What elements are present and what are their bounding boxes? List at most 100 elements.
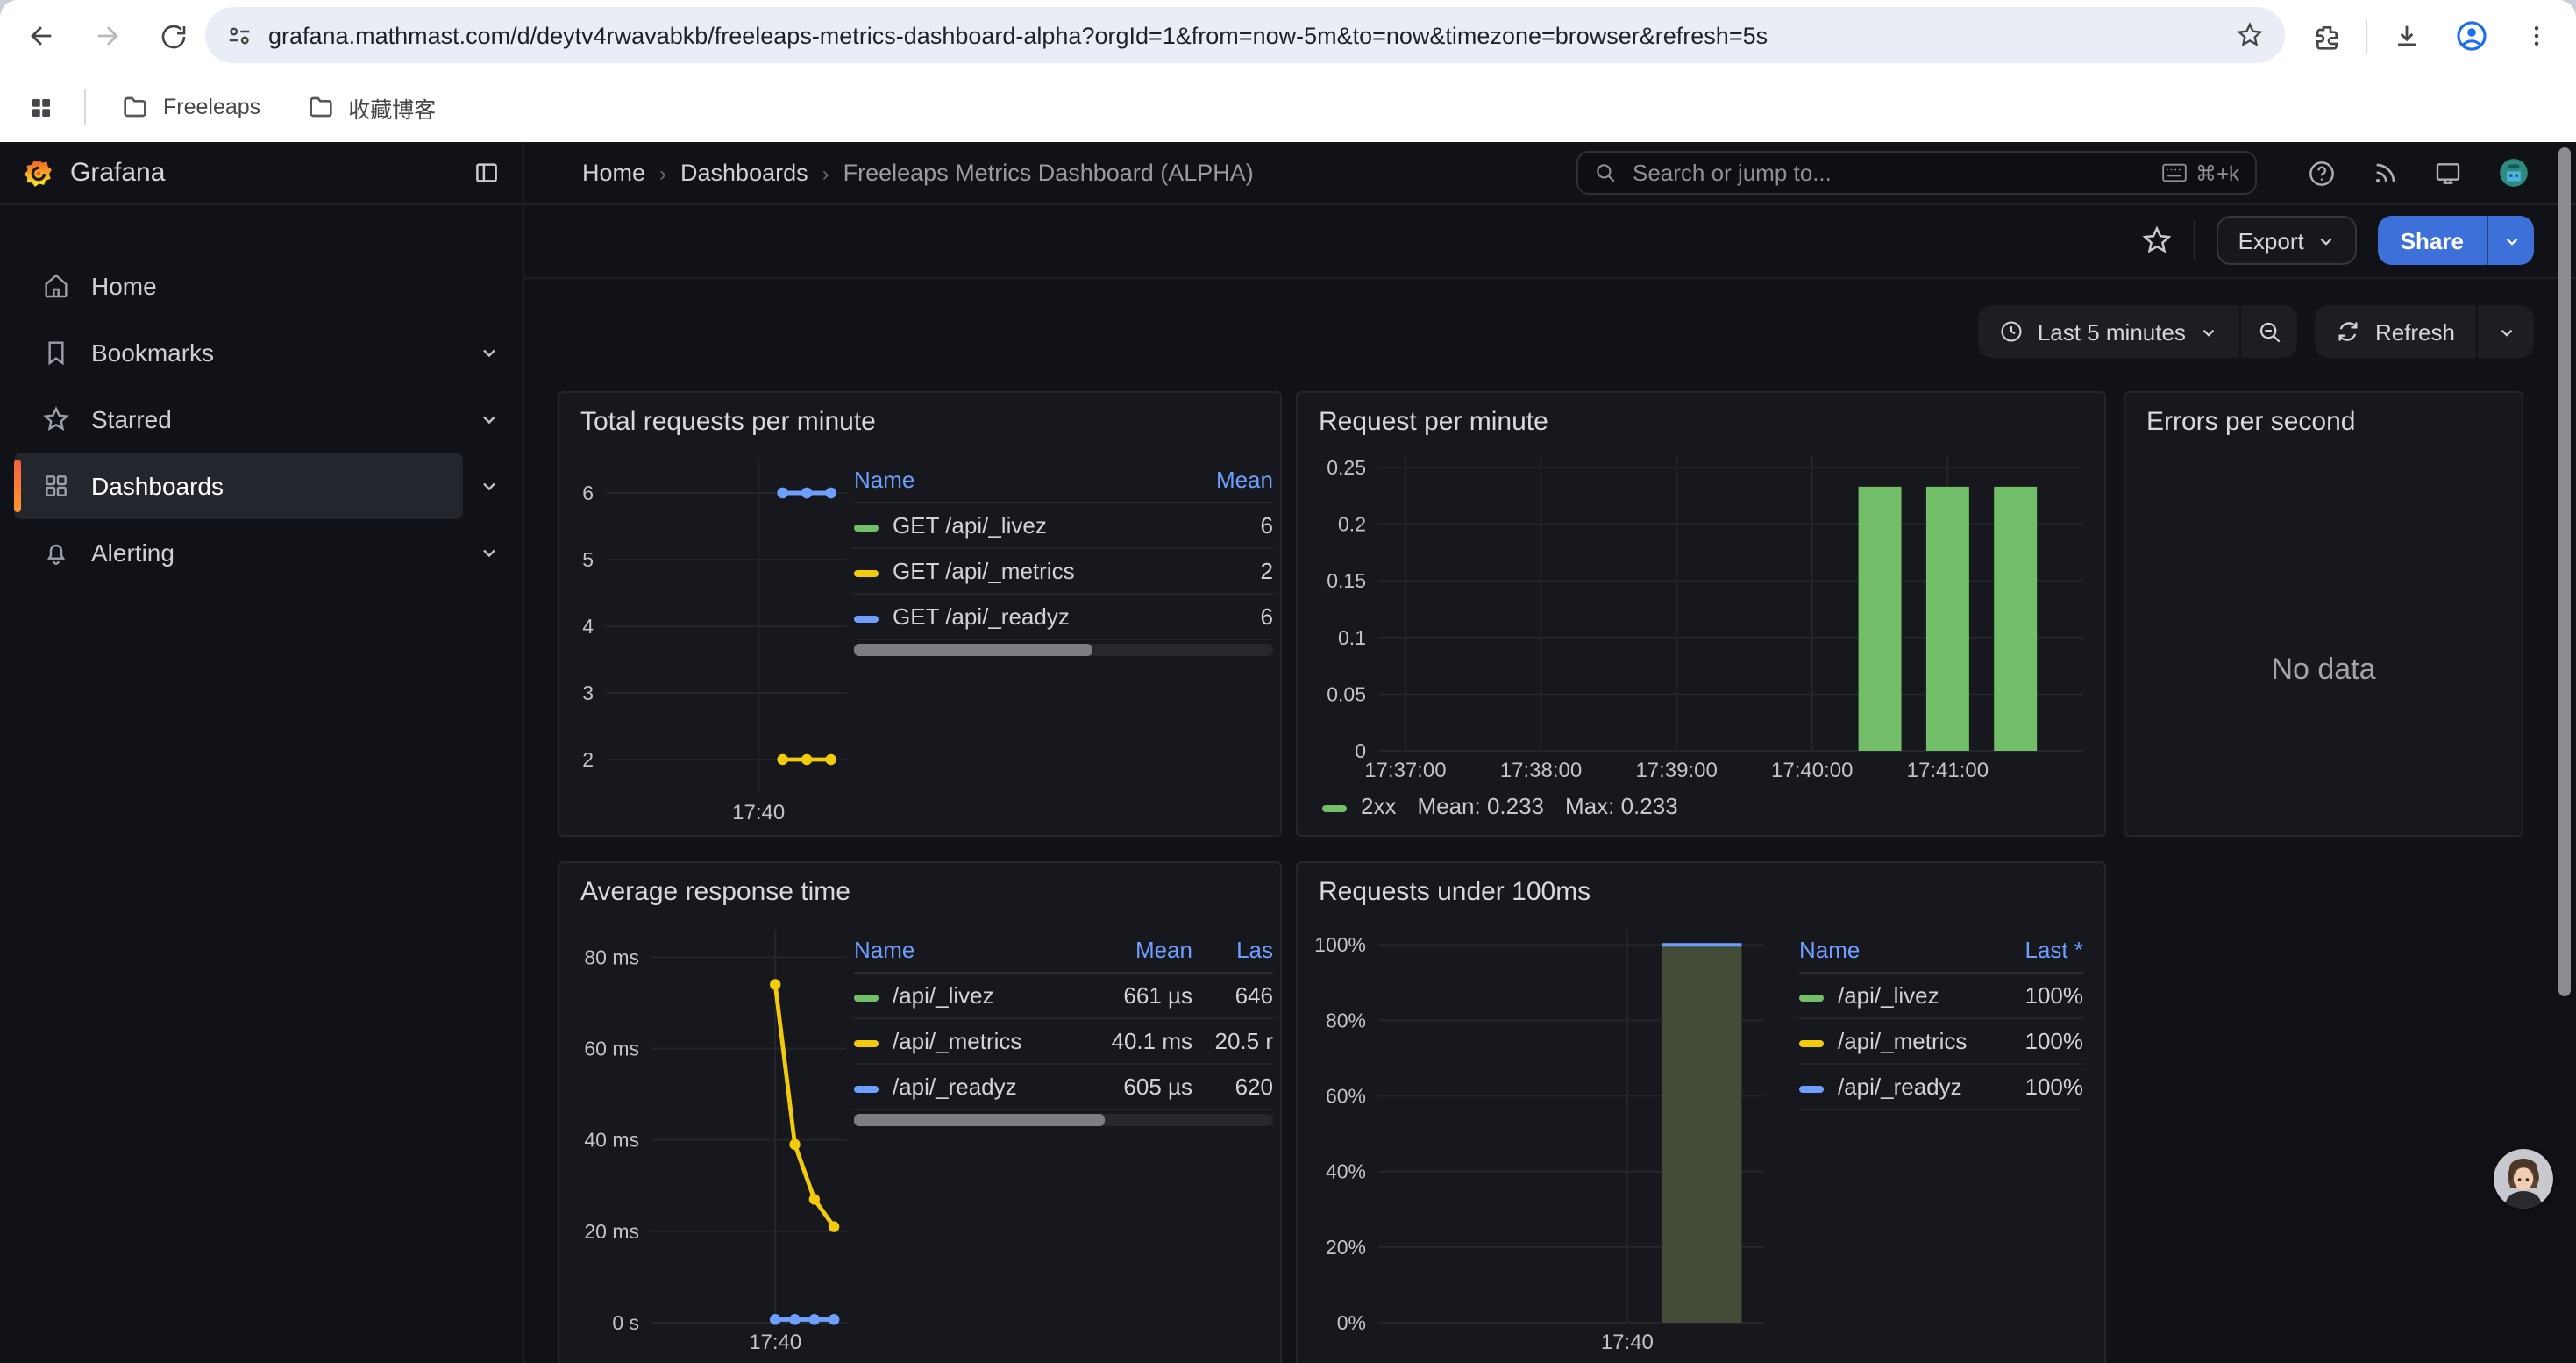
apps-grid-icon[interactable] [14,81,67,133]
news-rss-icon[interactable] [2371,159,2399,187]
sidebar-item-bookmarks[interactable]: Bookmarks [0,319,523,386]
refresh-interval-button[interactable] [2476,305,2534,358]
grafana-page: Grafana Home › Dashboards › Freeleaps Me… [0,142,2576,1363]
bar-chart[interactable]: 17:37:0017:38:0017:39:0017:40:0017:41:00… [1305,442,2097,786]
legend-scrollbar[interactable] [854,644,1273,656]
search-box[interactable]: ⌘+k [1576,151,2257,195]
panel-request-per-minute[interactable]: Request per minute 17:37:0017:38:0017:39… [1296,391,2106,837]
bookmarks-divider [84,89,86,125]
url-bar[interactable]: grafana.mathmast.com/d/deytv4rwavabkb/fr… [205,7,2285,63]
legend-scrollbar[interactable] [854,1114,1273,1126]
panel-title[interactable]: Total requests per minute [559,393,1280,437]
series-max: Max: 0.233 [1565,793,1678,819]
sidebar-item-dashboards[interactable]: Dashboards [0,453,523,519]
panel-title[interactable]: Request per minute [1298,393,2104,437]
legend-row[interactable]: GET /api/_metrics2 [854,548,1273,594]
back-icon[interactable] [14,10,67,62]
chevron-down-icon[interactable] [479,475,500,496]
svg-text:0.1: 0.1 [1338,626,1366,649]
legend-column-header[interactable]: Name [1799,930,1971,973]
refresh-button[interactable]: Refresh [2316,305,2476,358]
sidebar-toggle-icon[interactable] [473,160,500,186]
legend-column-header[interactable]: Last * [1971,930,2083,973]
area-chart[interactable]: 17:40100%80%60%40%20%0% [1305,916,1778,1358]
export-button[interactable]: Export [2217,216,2357,265]
profile-avatar[interactable] [2444,10,2497,62]
screen: grafana.mathmast.com/d/deytv4rwavabkb/fr… [0,0,2576,1363]
header-icons [2308,142,2530,203]
svg-text:0.15: 0.15 [1327,569,1366,592]
legend-row[interactable]: /api/_livez661 µs646 [854,973,1273,1018]
svg-text:3: 3 [582,682,594,704]
folder-icon [306,93,334,121]
url-text[interactable]: grafana.mathmast.com/d/deytv4rwavabkb/fr… [268,22,2236,48]
legend-inline[interactable]: 2xx Mean: 0.233 Max: 0.233 [1322,793,1678,819]
panel-errors-per-second[interactable]: Errors per second No data [2124,391,2523,837]
bookmark-folder-freeleaps[interactable]: Freeleaps [107,86,274,128]
svg-text:20%: 20% [1326,1236,1366,1259]
panel-title[interactable]: Requests under 100ms [1298,863,2104,907]
share-button[interactable]: Share [2378,216,2487,265]
chevron-down-icon[interactable] [479,342,500,363]
chevron-right-icon: › [659,161,666,185]
bell-icon [42,539,70,567]
bookmark-star-icon[interactable] [2236,21,2264,49]
zoom-out-button[interactable] [2240,305,2298,358]
legend-row[interactable]: /api/_readyz605 µs620 [854,1064,1273,1110]
line-chart[interactable]: 17:4065432 [566,446,861,828]
legend-row[interactable]: /api/_readyz100% [1799,1064,2083,1110]
share-menu-button[interactable] [2487,216,2534,265]
breadcrumb-home[interactable]: Home [582,160,645,186]
legend-row[interactable]: /api/_livez100% [1799,973,2083,1018]
legend-row[interactable]: /api/_metrics40.1 ms20.5 r [854,1018,1273,1064]
bookmark-folder-blogs[interactable]: 收藏博客 [292,83,450,131]
keyboard-icon [2162,163,2187,182]
legend-swatch [1799,1039,1824,1046]
sidebar-item-label: Bookmarks [91,339,214,367]
chevron-down-icon[interactable] [479,409,500,430]
sidebar-item-starred[interactable]: Starred [0,386,523,453]
chevron-down-icon [2200,322,2219,341]
forward-icon[interactable] [81,10,133,62]
page-scrollbar[interactable] [2558,147,2571,996]
panel-total-requests[interactable]: Total requests per minute 17:4065432 Nam… [558,391,1282,837]
svg-text:60%: 60% [1326,1085,1366,1108]
site-settings-icon[interactable] [226,22,253,48]
legend-row[interactable]: GET /api/_readyz6 [854,594,1273,639]
sidebar-item-home[interactable]: Home [0,253,523,319]
legend-column-header[interactable]: Mean [1161,460,1273,503]
panel-title[interactable]: Average response time [559,863,1280,907]
panel-requests-under-100ms[interactable]: Requests under 100ms 17:40100%80%60%40%2… [1296,861,2106,1363]
grafana-logo[interactable] [23,157,54,189]
legend-row[interactable]: /api/_metrics100% [1799,1018,2083,1064]
sidebar-item-alerting[interactable]: Alerting [0,519,523,586]
legend-swatch [1799,994,1824,1001]
time-range-picker[interactable]: Last 5 minutes [1978,305,2240,358]
shortcut-hint: ⌘+k [2162,161,2239,185]
panel-average-response-time[interactable]: Average response time 17:4080 ms60 ms40 … [558,861,1282,1363]
legend-row[interactable]: GET /api/_livez6 [854,503,1273,548]
browser-menu-icon[interactable] [2509,10,2562,62]
floating-assistant-avatar[interactable] [2494,1149,2553,1209]
legend-column-header[interactable]: Mean [1080,930,1192,973]
favorite-star-icon[interactable] [2142,225,2174,256]
star-icon [42,405,70,433]
line-chart[interactable]: 17:4080 ms60 ms40 ms20 ms0 s [566,916,861,1358]
panel-title[interactable]: Errors per second [2125,393,2522,437]
legend-column-header[interactable]: Name [854,460,1161,503]
series-mean: Mean: 0.233 [1417,793,1544,819]
chevron-down-icon[interactable] [479,542,500,563]
monitor-icon[interactable] [2434,159,2462,187]
reload-icon[interactable] [147,10,200,62]
legend-column-header[interactable]: Las [1192,930,1273,973]
legend-swatch [854,569,879,576]
svg-text:17:40: 17:40 [749,1331,801,1354]
user-avatar[interactable] [2497,156,2530,189]
help-icon[interactable] [2308,159,2336,187]
search-input[interactable] [1629,158,2150,188]
svg-text:0: 0 [1355,739,1366,762]
extensions-icon[interactable] [2301,10,2353,62]
downloads-icon[interactable] [2380,10,2432,62]
breadcrumb-dashboards[interactable]: Dashboards [680,160,808,186]
legend-column-header[interactable]: Name [854,930,1080,973]
